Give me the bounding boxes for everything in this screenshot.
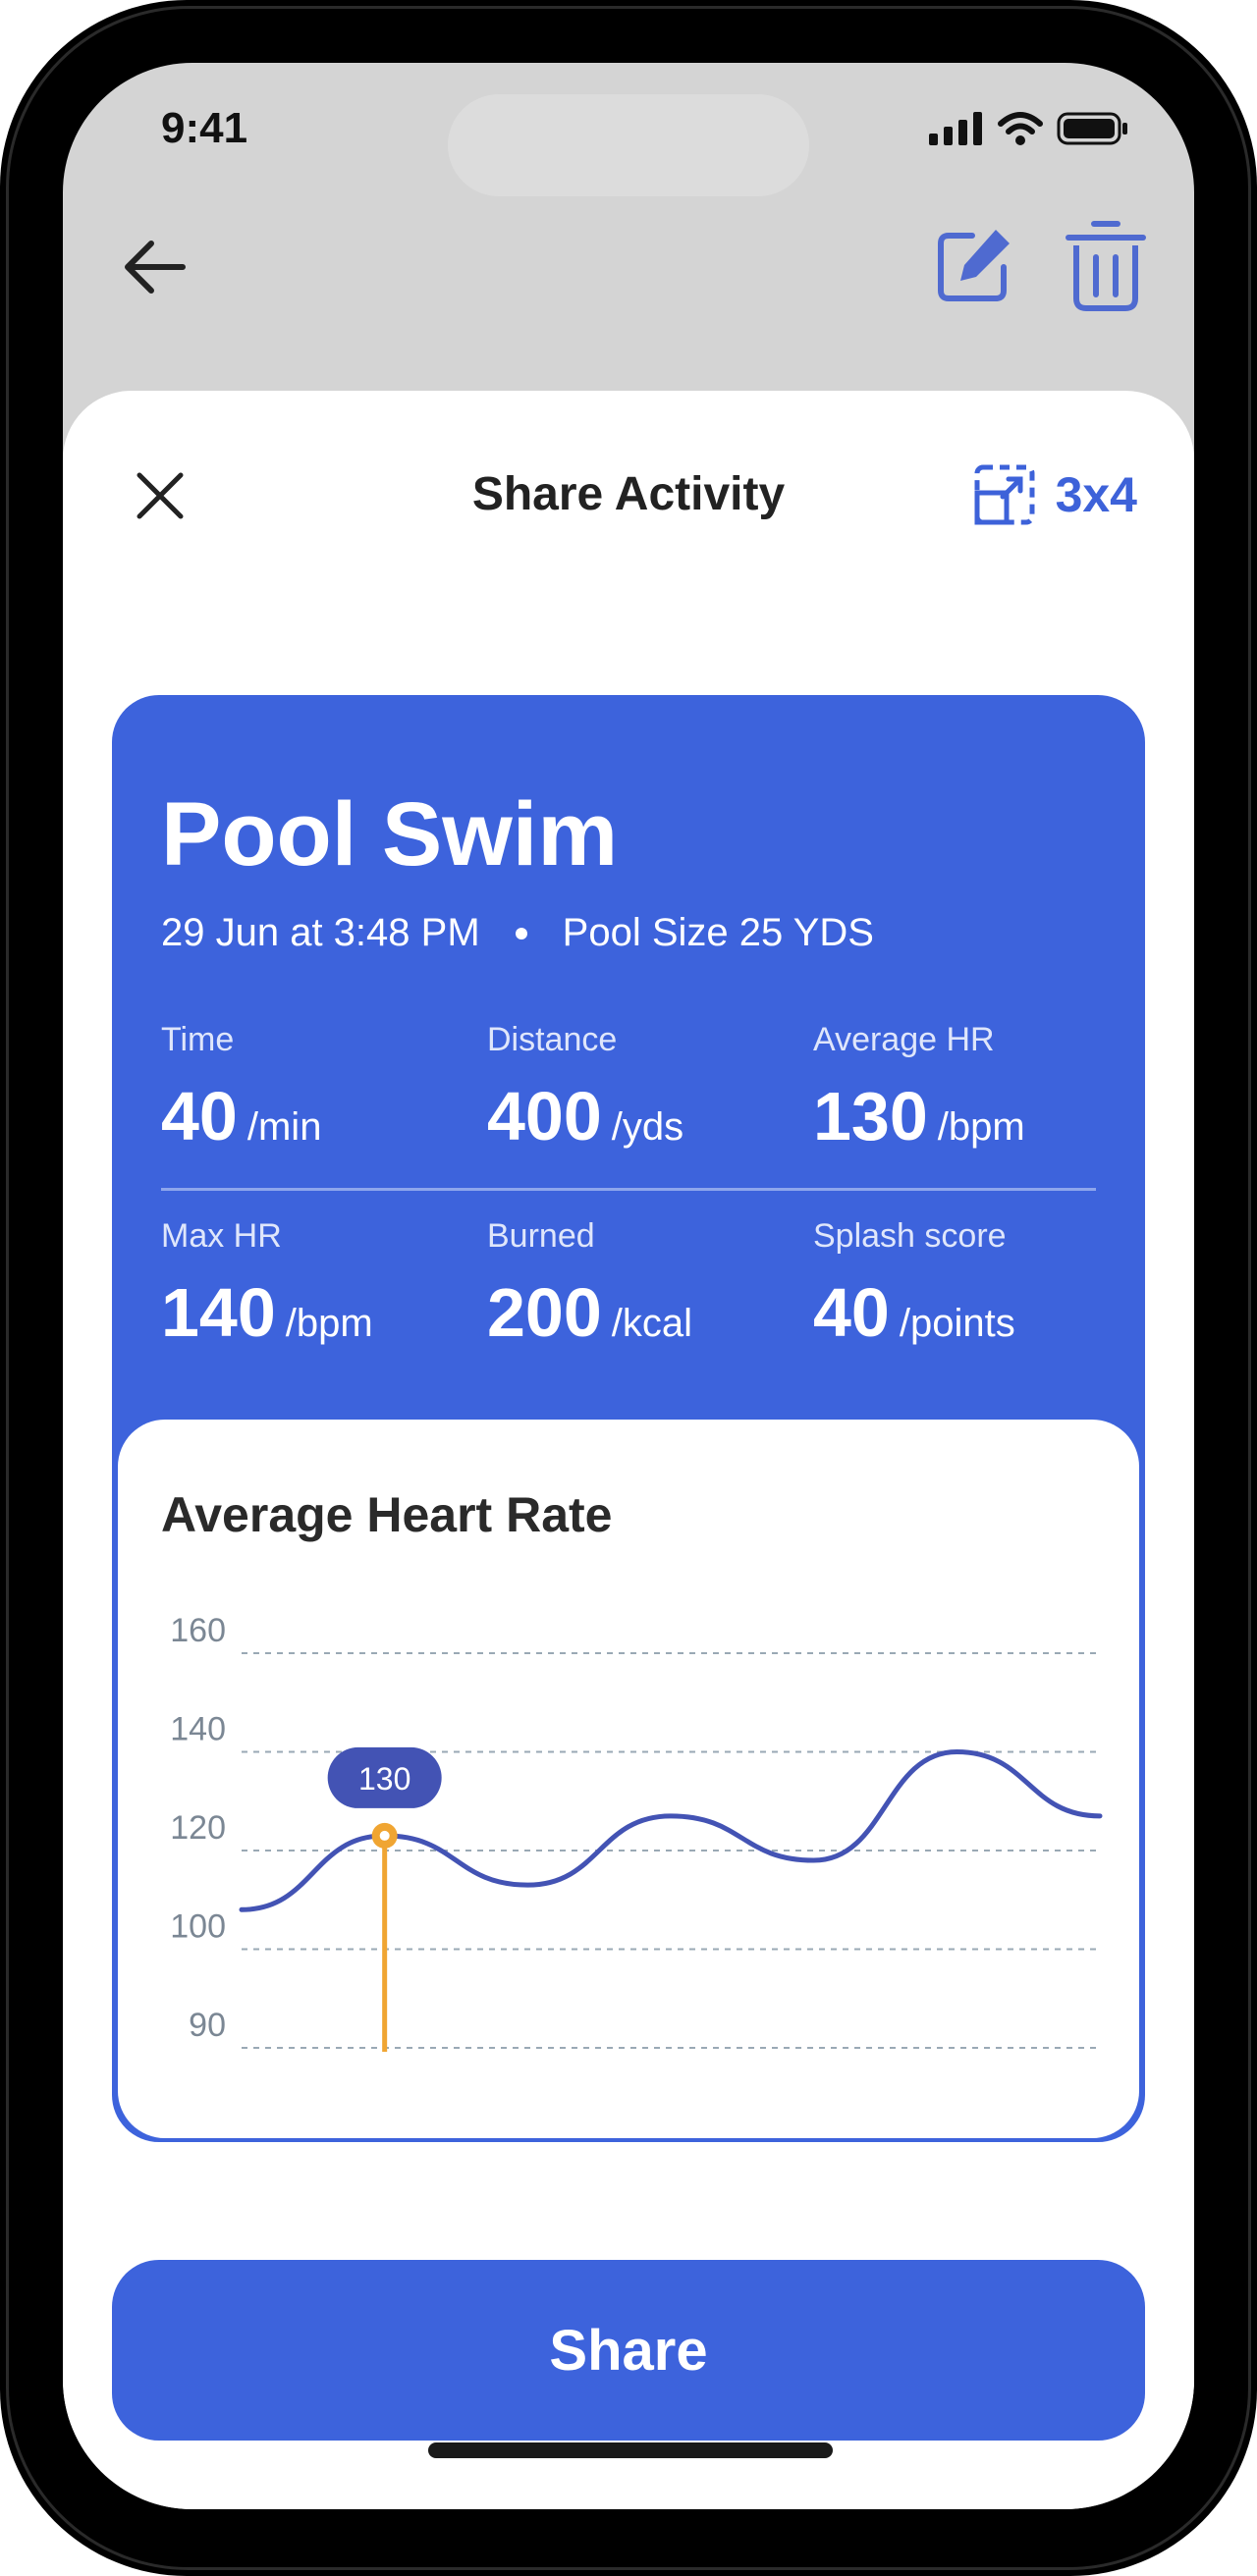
heart-rate-chart: 160 140 120 100 90 130 — [170, 1612, 1103, 2052]
aspect-ratio-button[interactable]: 3x4 — [973, 463, 1137, 526]
stat-burned: Burned 200 /kcal — [487, 1217, 692, 1352]
aspect-ratio-label: 3x4 — [1055, 467, 1137, 522]
tooltip-value: 130 — [358, 1761, 410, 1797]
stat-value: 400 — [487, 1078, 602, 1154]
activity-card: Pool Swim 29 Jun at 3:48 PM Pool Size 25… — [112, 695, 1145, 2142]
y-tick-label: 100 — [170, 1908, 226, 1946]
stat-distance: Distance 400 /yds — [487, 1021, 683, 1155]
wifi-icon — [998, 112, 1043, 145]
stat-label: Distance — [487, 1021, 618, 1058]
stat-label: Max HR — [161, 1217, 282, 1255]
trash-icon[interactable] — [1065, 220, 1147, 312]
stat-label: Splash score — [813, 1217, 1007, 1255]
stat-value: 200 — [487, 1274, 602, 1351]
phone-frame: 9:41 Share Activity 3x4 Pool Swim 29 Jun… — [0, 0, 1257, 2576]
y-tick-label: 90 — [189, 2007, 226, 2044]
edit-icon[interactable] — [933, 224, 1015, 306]
signal-icon — [929, 112, 982, 145]
activity-date: 29 Jun at 3:48 PM — [161, 911, 480, 954]
stat-unit: /min — [246, 1105, 322, 1149]
stat-label: Burned — [487, 1217, 595, 1255]
y-tick-label: 160 — [170, 1612, 226, 1649]
y-tick-label: 140 — [170, 1711, 226, 1748]
stat-value: 40 — [161, 1078, 238, 1154]
pool-size: Pool Size 25 YDS — [562, 911, 874, 954]
stats-divider — [161, 1188, 1096, 1191]
separator-dot — [515, 927, 527, 939]
stat-time: Time 40 /min — [161, 1021, 321, 1155]
stat-label: Average HR — [813, 1021, 995, 1058]
stat-value: 40 — [813, 1274, 890, 1351]
share-sheet: Share Activity 3x4 Pool Swim 29 Jun at 3… — [63, 391, 1194, 2509]
screen: 9:41 Share Activity 3x4 Pool Swim 29 Jun… — [63, 63, 1194, 2509]
status-time: 9:41 — [161, 104, 248, 152]
stat-unit: /points — [899, 1302, 1015, 1345]
battery-icon — [1057, 112, 1127, 145]
stat-value: 130 — [813, 1078, 928, 1154]
arrow-left-icon[interactable] — [118, 230, 192, 304]
status-icons — [929, 112, 1129, 145]
stat-average-hr: Average HR 130 /bpm — [813, 1021, 1025, 1155]
stat-unit: /kcal — [611, 1302, 693, 1345]
aspect-ratio-icon — [974, 464, 1035, 525]
stat-unit: /bpm — [937, 1105, 1025, 1149]
stat-unit: /bpm — [285, 1302, 373, 1345]
activity-title: Pool Swim — [161, 784, 619, 885]
stat-label: Time — [161, 1021, 235, 1058]
stat-value: 140 — [161, 1274, 276, 1351]
dynamic-island — [448, 94, 809, 196]
activity-subtitle: 29 Jun at 3:48 PM Pool Size 25 YDS — [161, 911, 874, 955]
status-bar: 9:41 — [63, 63, 1194, 200]
share-button[interactable]: Share — [112, 2260, 1145, 2441]
stat-unit: /yds — [611, 1105, 684, 1149]
highlight-point-center — [379, 1830, 390, 1841]
stat-splash-score: Splash score 40 /points — [813, 1217, 1015, 1352]
heart-rate-chart-panel: Average Heart Rate 160 140 120 100 90 130 — [118, 1420, 1139, 2138]
stat-max-hr: Max HR 140 /bpm — [161, 1217, 373, 1352]
home-indicator — [428, 2442, 833, 2458]
y-tick-label: 120 — [170, 1809, 226, 1847]
